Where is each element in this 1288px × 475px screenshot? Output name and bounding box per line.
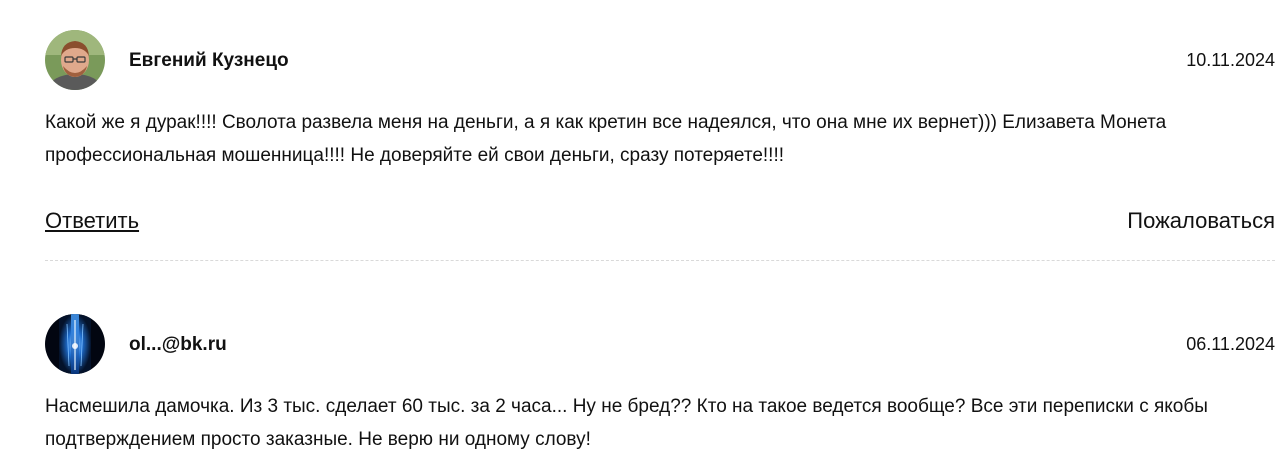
blue-light-image-icon (45, 314, 105, 374)
person-photo-icon (45, 30, 105, 90)
avatar (45, 30, 105, 90)
author-name: ol...@bk.ru (129, 334, 227, 355)
comment-divider (45, 260, 1275, 261)
author-name: Евгений Кузнецо (129, 50, 289, 71)
comment-header: Евгений Кузнецо 10.11.2024 (45, 30, 1275, 92)
complain-link[interactable]: Пожаловаться (1127, 207, 1275, 235)
comment-item: ol...@bk.ru 06.11.2024 Насмешила дамочка… (45, 314, 1275, 450)
comment-text: Какой же я дурак!!!! Сволота развела мен… (45, 112, 1167, 166)
comment-date: 10.11.2024 (1186, 50, 1275, 70)
comment-date: 06.11.2024 (1186, 334, 1275, 354)
comment-item: Евгений Кузнецо 10.11.2024 Какой же я ду… (45, 30, 1275, 233)
comment-actions: Ответить Пожаловаться (45, 207, 1275, 237)
comment-text: Насмешила дамочка. Из 3 тыс. сделает 60 … (45, 396, 1208, 450)
reply-link[interactable]: Ответить (45, 207, 139, 235)
comment-header: ol...@bk.ru 06.11.2024 (45, 314, 1275, 376)
avatar (45, 314, 105, 374)
